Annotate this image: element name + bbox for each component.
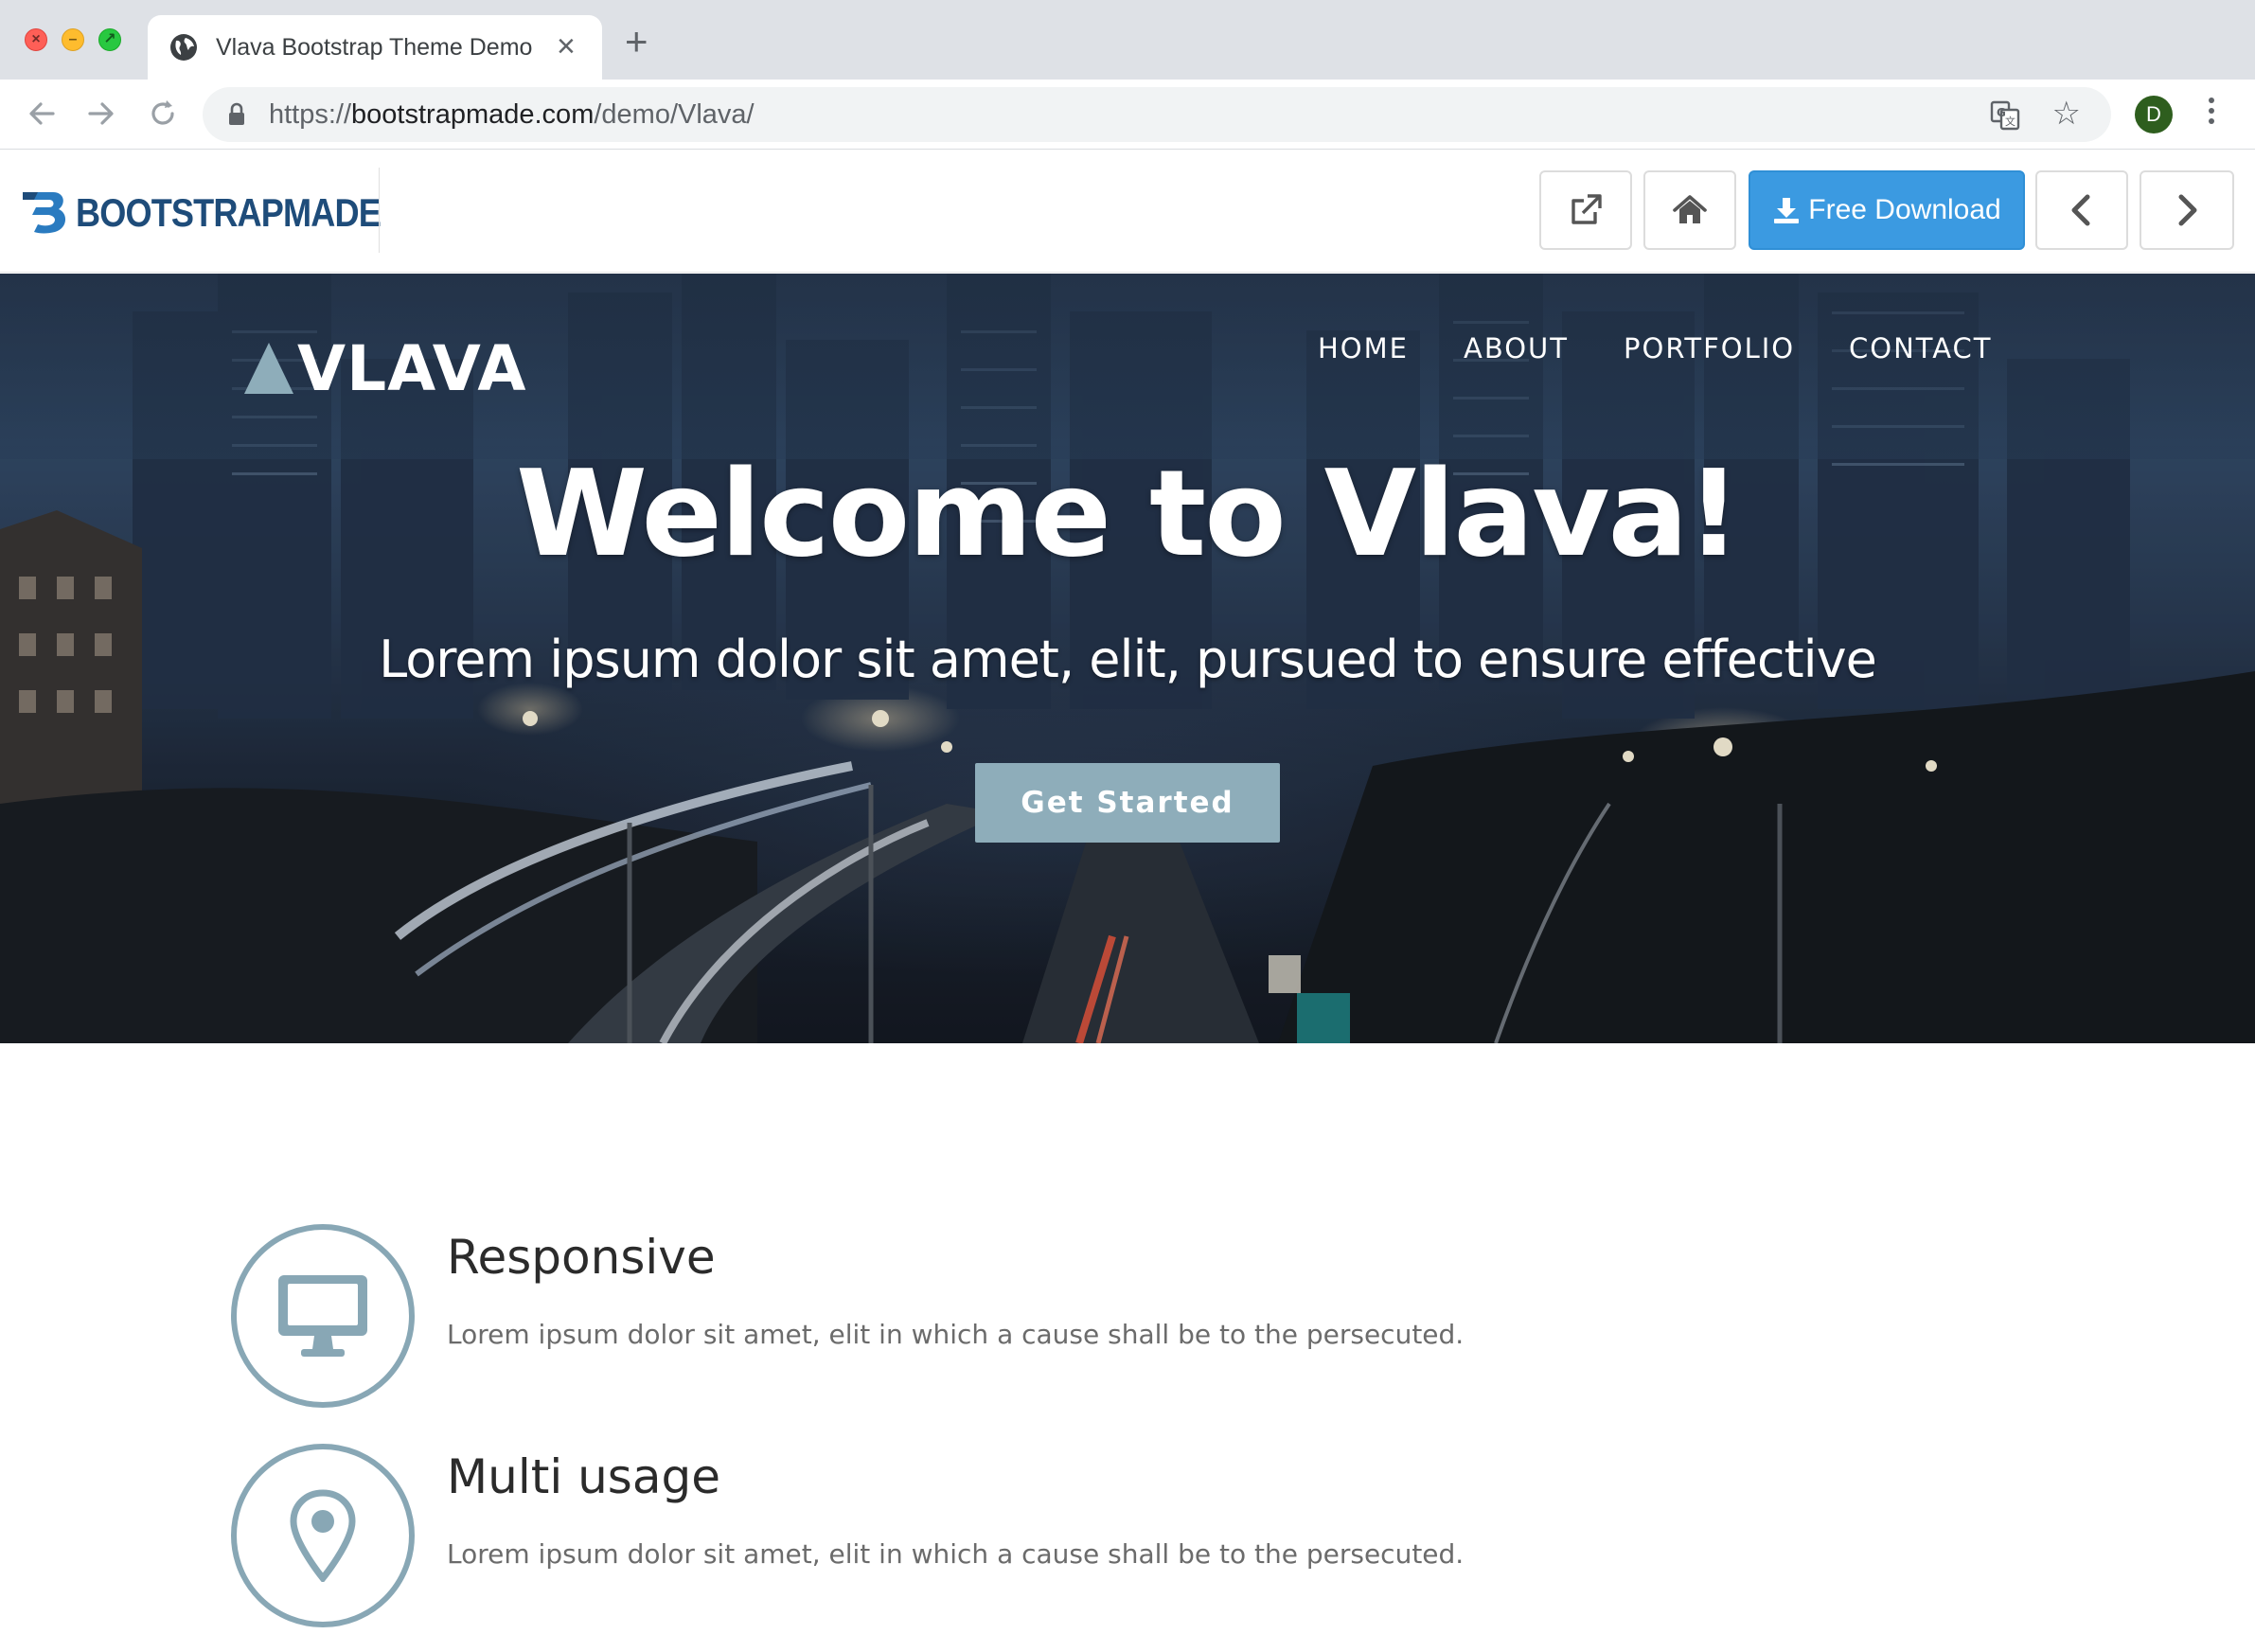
feature-item: Multi usage Lorem ipsum dolor sit amet, … — [227, 1444, 1742, 1652]
browser-tabstrip: × – ↗ Vlava Bootstrap Theme Demo × + — [0, 0, 2255, 80]
hero-subtitle: Lorem ipsum dolor sit amet, elit, pursue… — [379, 630, 1877, 689]
new-tab-button[interactable]: + — [625, 22, 648, 62]
next-theme-button[interactable] — [2140, 170, 2234, 250]
feature-title: Responsive — [447, 1230, 716, 1285]
bootstrapmade-logo-icon — [23, 192, 66, 234]
desktop-icon — [278, 1275, 367, 1357]
svg-text:文: 文 — [2005, 115, 2015, 128]
vlava-triangle-icon — [244, 343, 293, 394]
forward-arrow-icon[interactable] — [84, 97, 118, 131]
feature-description: Lorem ipsum dolor sit amet, elit in whic… — [447, 1319, 1465, 1350]
free-download-button[interactable]: Free Download — [1749, 170, 2025, 250]
home-icon — [1673, 195, 1707, 223]
feature-icon-circle — [231, 1224, 415, 1408]
window-fullscreen-button[interactable]: ↗ — [98, 28, 121, 51]
translate-icon[interactable]: G 文 — [1990, 100, 2020, 131]
url-scheme: https:// — [269, 99, 352, 130]
bookmark-star-icon[interactable]: ☆ — [2052, 97, 2081, 131]
url-path: /demo/Vlava/ — [594, 99, 755, 130]
reload-icon[interactable] — [146, 97, 180, 131]
back-arrow-icon[interactable] — [25, 97, 59, 131]
nav-about[interactable]: ABOUT — [1464, 332, 1569, 364]
tab-title: Vlava Bootstrap Theme Demo — [216, 34, 533, 61]
window-close-button[interactable]: × — [25, 28, 47, 51]
get-started-button[interactable]: Get Started — [975, 763, 1280, 843]
vlava-logo[interactable]: VLAVA — [242, 330, 526, 406]
download-icon — [1774, 198, 1800, 223]
bootstrapmade-logo[interactable]: BOOTSTRAPMADE — [19, 183, 430, 243]
window-minimize-button[interactable]: – — [62, 28, 84, 51]
browser-menu-icon[interactable] — [2204, 93, 2219, 134]
hero-section: VLAVA HOME ABOUT PORTFOLIO CONTACT Welco… — [0, 274, 2255, 1043]
browser-tab-active[interactable]: Vlava Bootstrap Theme Demo × — [148, 15, 602, 80]
url-host: bootstrapmade.com — [351, 99, 595, 130]
external-link-icon — [1571, 194, 1602, 224]
chevron-right-icon — [2178, 194, 2197, 226]
nav-contact[interactable]: CONTACT — [1849, 332, 1993, 364]
feature-item: Responsive Lorem ipsum dolor sit amet, e… — [227, 1224, 1742, 1432]
nav-home[interactable]: HOME — [1318, 332, 1409, 364]
previous-theme-button[interactable] — [2035, 170, 2128, 250]
tab-close-icon[interactable]: × — [557, 30, 576, 62]
bootstrapmade-logo-text: BOOTSTRAPMADE — [76, 190, 382, 235]
logo-divider — [379, 168, 380, 253]
free-download-label: Free Download — [1808, 194, 2001, 225]
chevron-left-icon — [2071, 194, 2090, 226]
address-bar[interactable]: https://bootstrapmade.com/demo/Vlava/ G … — [203, 87, 2111, 142]
feature-title: Multi usage — [447, 1449, 720, 1504]
feature-description: Lorem ipsum dolor sit amet, elit in whic… — [447, 1538, 1465, 1570]
lock-icon[interactable] — [227, 102, 246, 127]
browser-toolbar: https://bootstrapmade.com/demo/Vlava/ G … — [0, 80, 2255, 150]
profile-avatar[interactable]: D — [2135, 96, 2173, 133]
url-text[interactable]: https://bootstrapmade.com/demo/Vlava/ — [269, 98, 755, 131]
globe-icon — [170, 34, 197, 61]
open-external-button[interactable] — [1539, 170, 1632, 250]
home-button[interactable] — [1643, 170, 1736, 250]
vlava-logo-text: VLAVA — [297, 331, 527, 405]
nav-portfolio[interactable]: PORTFOLIO — [1624, 332, 1795, 364]
feature-icon-circle — [231, 1444, 415, 1627]
map-marker-icon — [290, 1489, 356, 1582]
hero-title: Welcome to Vlava! — [515, 444, 1741, 583]
